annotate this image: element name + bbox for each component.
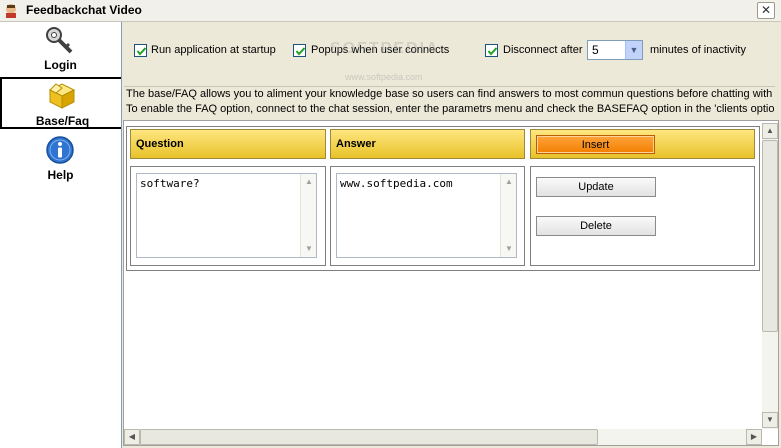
checkmark-icon xyxy=(295,47,306,56)
inactivity-label: minutes of inactivity xyxy=(650,44,746,56)
chevron-down-icon[interactable]: ▼ xyxy=(625,41,642,59)
sidebar: Login Base/Faq Help xyxy=(0,22,122,448)
sidebar-item-label: Login xyxy=(44,58,77,72)
scroll-up-icon[interactable]: ▲ xyxy=(502,175,516,189)
close-icon: ✕ xyxy=(760,3,772,17)
run-at-startup-checkbox[interactable] xyxy=(134,44,147,57)
sidebar-item-label: Base/Faq xyxy=(35,114,90,128)
sidebar-item-help[interactable]: Help xyxy=(0,132,121,184)
answer-scrollbar[interactable]: ▲ ▼ xyxy=(500,174,516,257)
sidebar-item-base-faq[interactable]: Base/Faq xyxy=(0,77,121,129)
scroll-up-icon[interactable]: ▲ xyxy=(302,175,316,189)
scroll-up-icon[interactable]: ▲ xyxy=(762,123,778,139)
app-icon xyxy=(6,4,16,18)
question-textarea[interactable]: software? ▲ ▼ xyxy=(136,173,317,258)
disconnect-checkbox[interactable] xyxy=(485,44,498,57)
checkmark-icon xyxy=(487,47,498,56)
title-bar: Feedbackchat Video ✕ xyxy=(0,0,781,22)
question-header: Question xyxy=(130,129,326,159)
key-icon xyxy=(46,27,73,54)
info-icon xyxy=(46,136,74,164)
horizontal-scroll-thumb[interactable] xyxy=(140,429,598,445)
question-scrollbar[interactable]: ▲ ▼ xyxy=(300,174,316,257)
box-icon xyxy=(48,83,76,109)
sidebar-item-login[interactable]: Login xyxy=(0,22,121,74)
disconnect-minutes-select[interactable]: 5 ▼ xyxy=(587,40,643,60)
close-button[interactable]: ✕ xyxy=(757,2,775,19)
update-button[interactable]: Update xyxy=(536,177,656,197)
scroll-down-icon[interactable]: ▼ xyxy=(762,412,778,428)
disconnect-label: Disconnect after xyxy=(503,44,583,56)
answer-textarea[interactable]: www.softpedia.com ▲ ▼ xyxy=(336,173,517,258)
insert-button[interactable]: Insert xyxy=(536,135,655,154)
vertical-scroll-thumb[interactable] xyxy=(762,140,778,332)
scroll-down-icon[interactable]: ▼ xyxy=(502,242,516,256)
answer-header: Answer xyxy=(330,129,525,159)
scroll-down-icon[interactable]: ▼ xyxy=(302,242,316,256)
question-value: software? xyxy=(140,177,200,190)
checkmark-icon xyxy=(136,47,147,56)
window-title: Feedbackchat Video xyxy=(26,3,142,17)
info-text: The base/FAQ allows you to aliment your … xyxy=(124,86,775,118)
options-bar: Run application at startup Popups when u… xyxy=(122,22,781,84)
info-line-2: To enable the FAQ option, connect to the… xyxy=(126,103,775,115)
popups-checkbox[interactable] xyxy=(293,44,306,57)
watermark-url: www.softpedia.com xyxy=(345,72,423,82)
watermark-logo: SOFTPEDIA xyxy=(330,40,440,57)
delete-button[interactable]: Delete xyxy=(536,216,656,236)
scroll-right-icon[interactable]: ▶ xyxy=(746,429,762,445)
disconnect-minutes-value: 5 xyxy=(592,43,599,57)
answer-value: www.softpedia.com xyxy=(340,177,453,190)
scroll-left-icon[interactable]: ◀ xyxy=(124,429,140,445)
info-line-1: The base/FAQ allows you to aliment your … xyxy=(126,88,775,100)
sidebar-item-label: Help xyxy=(47,168,74,182)
run-at-startup-label: Run application at startup xyxy=(151,44,276,56)
